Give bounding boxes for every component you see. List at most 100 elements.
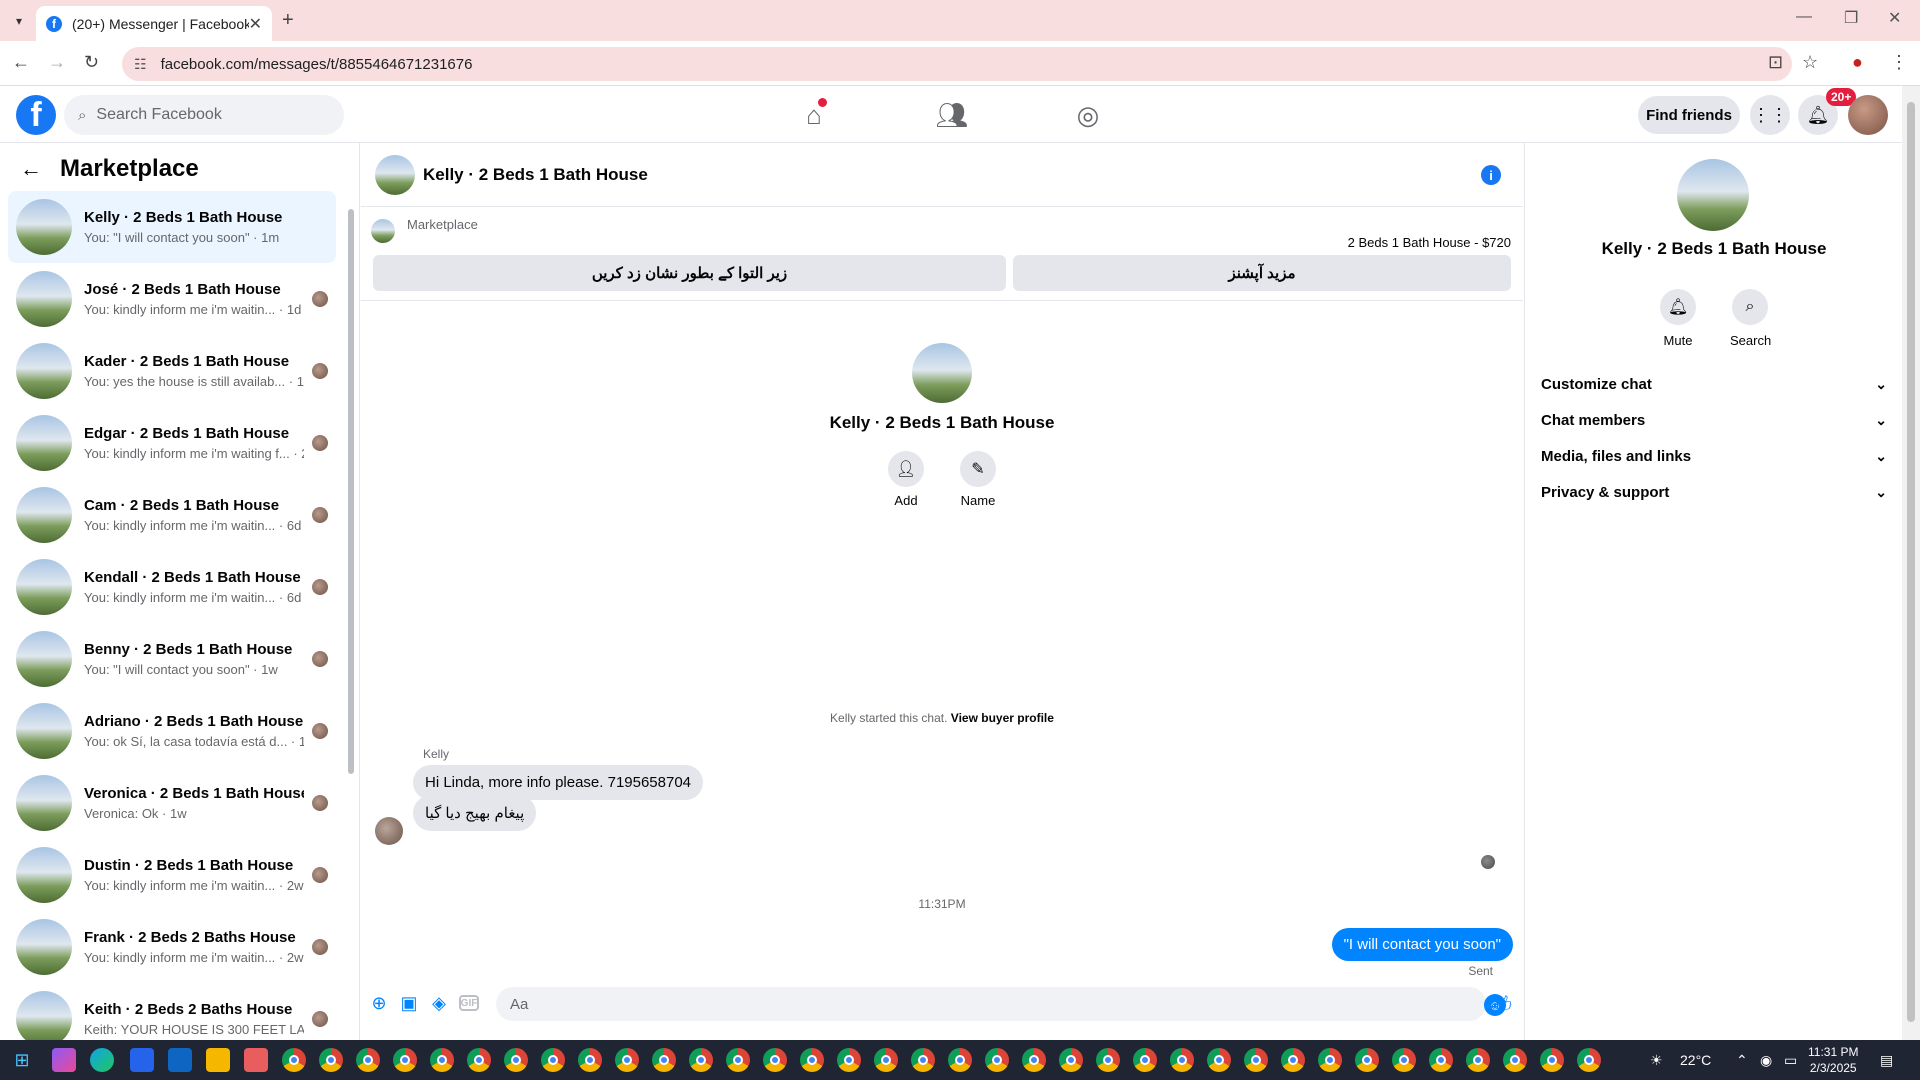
gif-icon[interactable]: GIF [459, 995, 479, 1011]
chrome-taskbar-icon[interactable] [430, 1048, 454, 1072]
media-files-links-section[interactable]: Media, files and links ⌄ [1541, 438, 1887, 474]
chrome-taskbar-icon[interactable] [1392, 1048, 1416, 1072]
chrome-taskbar-icon[interactable] [874, 1048, 898, 1072]
site-info-icon[interactable]: ☷ [134, 56, 147, 73]
chrome-taskbar-icon[interactable] [985, 1048, 1009, 1072]
chrome-taskbar-icon[interactable] [1022, 1048, 1046, 1072]
chrome-taskbar-icon[interactable] [689, 1048, 713, 1072]
reload-icon[interactable]: ↻ [84, 52, 99, 73]
sticker-icon[interactable]: ◈ [429, 993, 449, 1013]
chrome-taskbar-icon[interactable] [319, 1048, 343, 1072]
file-explorer-icon[interactable] [206, 1048, 230, 1072]
notification-center-icon[interactable]: ▤ [1880, 1040, 1893, 1080]
taskbar-clock[interactable]: 11:31 PM 2/3/2025 [1808, 1044, 1858, 1076]
facebook-search-input[interactable]: ⌕ Search Facebook [64, 95, 344, 135]
url-field[interactable]: ☷ facebook.com/messages/t/88554646712316… [122, 47, 1792, 81]
message-input[interactable]: Aa [496, 987, 1486, 1021]
chrome-taskbar-icon[interactable] [1503, 1048, 1527, 1072]
chrome-taskbar-icon[interactable] [1096, 1048, 1120, 1072]
chat-title[interactable]: Kelly · 2 Beds 1 Bath House [423, 165, 648, 185]
chrome-taskbar-icon[interactable] [1281, 1048, 1305, 1072]
sender-avatar[interactable] [375, 817, 403, 845]
chrome-taskbar-icon[interactable] [763, 1048, 787, 1072]
chrome-taskbar-icon[interactable] [393, 1048, 417, 1072]
profile-avatar[interactable] [912, 343, 972, 403]
account-avatar[interactable] [1848, 95, 1888, 135]
page-scrollbar[interactable] [1902, 86, 1920, 1040]
chrome-taskbar-icon[interactable] [356, 1048, 380, 1072]
conversation-item[interactable]: Frank · 2 Beds 2 Baths House You: kindly … [8, 911, 336, 983]
conversation-item[interactable]: Dustin · 2 Beds 1 Bath House You: kindly … [8, 839, 336, 911]
chrome-taskbar-icon[interactable] [800, 1048, 824, 1072]
windows-start-icon[interactable]: ⊞ [12, 1050, 32, 1070]
browser-tab[interactable]: f (20+) Messenger | Facebook ✕ [36, 6, 272, 41]
conversation-item[interactable]: Edgar · 2 Beds 1 Bath House You: kindly i… [8, 407, 336, 479]
chrome-taskbar-icon[interactable] [467, 1048, 491, 1072]
more-options-button[interactable]: مزید آپشنز [1013, 255, 1511, 291]
restore-icon[interactable]: ❐ [1844, 8, 1858, 28]
edge-icon[interactable] [90, 1048, 114, 1072]
home-icon[interactable]: ⌂ [794, 98, 834, 132]
profile-icon[interactable]: ● [1852, 52, 1863, 73]
back-arrow-icon[interactable]: ← [20, 156, 42, 182]
chat-avatar[interactable] [375, 155, 415, 195]
conversation-item[interactable]: Kelly · 2 Beds 1 Bath House You: "I will … [8, 191, 336, 263]
chrome-taskbar-icon[interactable] [1318, 1048, 1342, 1072]
conversation-item[interactable]: Kader · 2 Beds 1 Bath House You: yes the … [8, 335, 336, 407]
chrome-taskbar-icon[interactable] [652, 1048, 676, 1072]
chrome-taskbar-icon[interactable] [578, 1048, 602, 1072]
info-icon[interactable]: i [1481, 165, 1501, 185]
conversation-item[interactable]: Kendall · 2 Beds 1 Bath House You: kindly… [8, 551, 336, 623]
minimize-icon[interactable]: — [1796, 8, 1812, 26]
store-icon[interactable] [130, 1048, 154, 1072]
chrome-taskbar-icon[interactable] [1577, 1048, 1601, 1072]
chrome-taskbar-icon[interactable] [1207, 1048, 1231, 1072]
details-avatar[interactable] [1677, 159, 1749, 231]
friends-icon[interactable]: 👥︎ [932, 98, 972, 132]
conversation-item[interactable]: Cam · 2 Beds 1 Bath House You: kindly inf… [8, 479, 336, 551]
weather-icon[interactable]: ☀ [1650, 1040, 1663, 1080]
add-member-button[interactable]: 👤︎ Add [886, 451, 926, 508]
thumbs-up-icon[interactable]: 👍︎ [1489, 991, 1512, 1018]
network-icon[interactable]: ▭ [1784, 1040, 1797, 1080]
menu-grid-icon[interactable]: ⋮⋮ [1750, 95, 1790, 135]
mark-pending-button[interactable]: زیر التوا کے بطور نشان زد کریں [373, 255, 1006, 291]
chrome-taskbar-icon[interactable] [1244, 1048, 1268, 1072]
mute-button[interactable]: 🔔︎ Mute [1658, 289, 1698, 348]
conversation-item[interactable]: Benny · 2 Beds 1 Bath House You: "I will … [8, 623, 336, 695]
close-tab-icon[interactable]: ✕ [249, 14, 262, 34]
show-hidden-icons-icon[interactable]: ⌃ [1736, 1040, 1748, 1080]
outlook-icon[interactable] [168, 1048, 192, 1072]
back-icon[interactable]: ← [12, 52, 30, 73]
incoming-message[interactable]: پیغام بھیج دیا گیا [413, 795, 537, 831]
photo-icon[interactable]: ▣ [399, 993, 419, 1013]
outgoing-message[interactable]: "I will contact you soon" [1331, 928, 1513, 961]
chrome-taskbar-icon[interactable] [282, 1048, 306, 1072]
sidebar-scrollbar[interactable] [346, 195, 356, 1035]
conversation-item[interactable]: José · 2 Beds 1 Bath House You: kindly in… [8, 263, 336, 335]
close-window-icon[interactable]: ✕ [1888, 8, 1901, 28]
conversation-item[interactable]: Veronica · 2 Beds 1 Bath House Veronica: … [8, 767, 336, 839]
chrome-taskbar-icon[interactable] [1133, 1048, 1157, 1072]
conversation-item[interactable]: Adriano · 2 Beds 1 Bath House You: ok Sí,… [8, 695, 336, 767]
customize-chat-section[interactable]: Customize chat ⌄ [1541, 366, 1887, 402]
temperature[interactable]: 22°C [1680, 1040, 1711, 1080]
privacy-support-section[interactable]: Privacy & support ⌄ [1541, 474, 1887, 510]
install-app-icon[interactable]: ⊡ [1768, 52, 1783, 73]
chrome-taskbar-icon[interactable] [504, 1048, 528, 1072]
new-tab-icon[interactable]: + [282, 9, 294, 32]
camera-icon[interactable]: ◉ [1760, 1040, 1772, 1080]
chrome-taskbar-icon[interactable] [1540, 1048, 1564, 1072]
chat-members-section[interactable]: Chat members ⌄ [1541, 402, 1887, 438]
chrome-taskbar-icon[interactable] [1429, 1048, 1453, 1072]
chrome-taskbar-icon[interactable] [1466, 1048, 1490, 1072]
facebook-logo-icon[interactable]: f [16, 95, 56, 135]
search-conversation-button[interactable]: ⌕ Search [1730, 289, 1771, 348]
bookmark-star-icon[interactable]: ☆ [1802, 52, 1818, 73]
menu-kebab-icon[interactable]: ⋮ [1890, 52, 1908, 73]
chrome-taskbar-icon[interactable] [726, 1048, 750, 1072]
view-buyer-profile-link[interactable]: View buyer profile [951, 711, 1054, 725]
groups-icon[interactable]: ◎ [1068, 98, 1108, 132]
chrome-taskbar-icon[interactable] [541, 1048, 565, 1072]
chrome-taskbar-icon[interactable] [948, 1048, 972, 1072]
